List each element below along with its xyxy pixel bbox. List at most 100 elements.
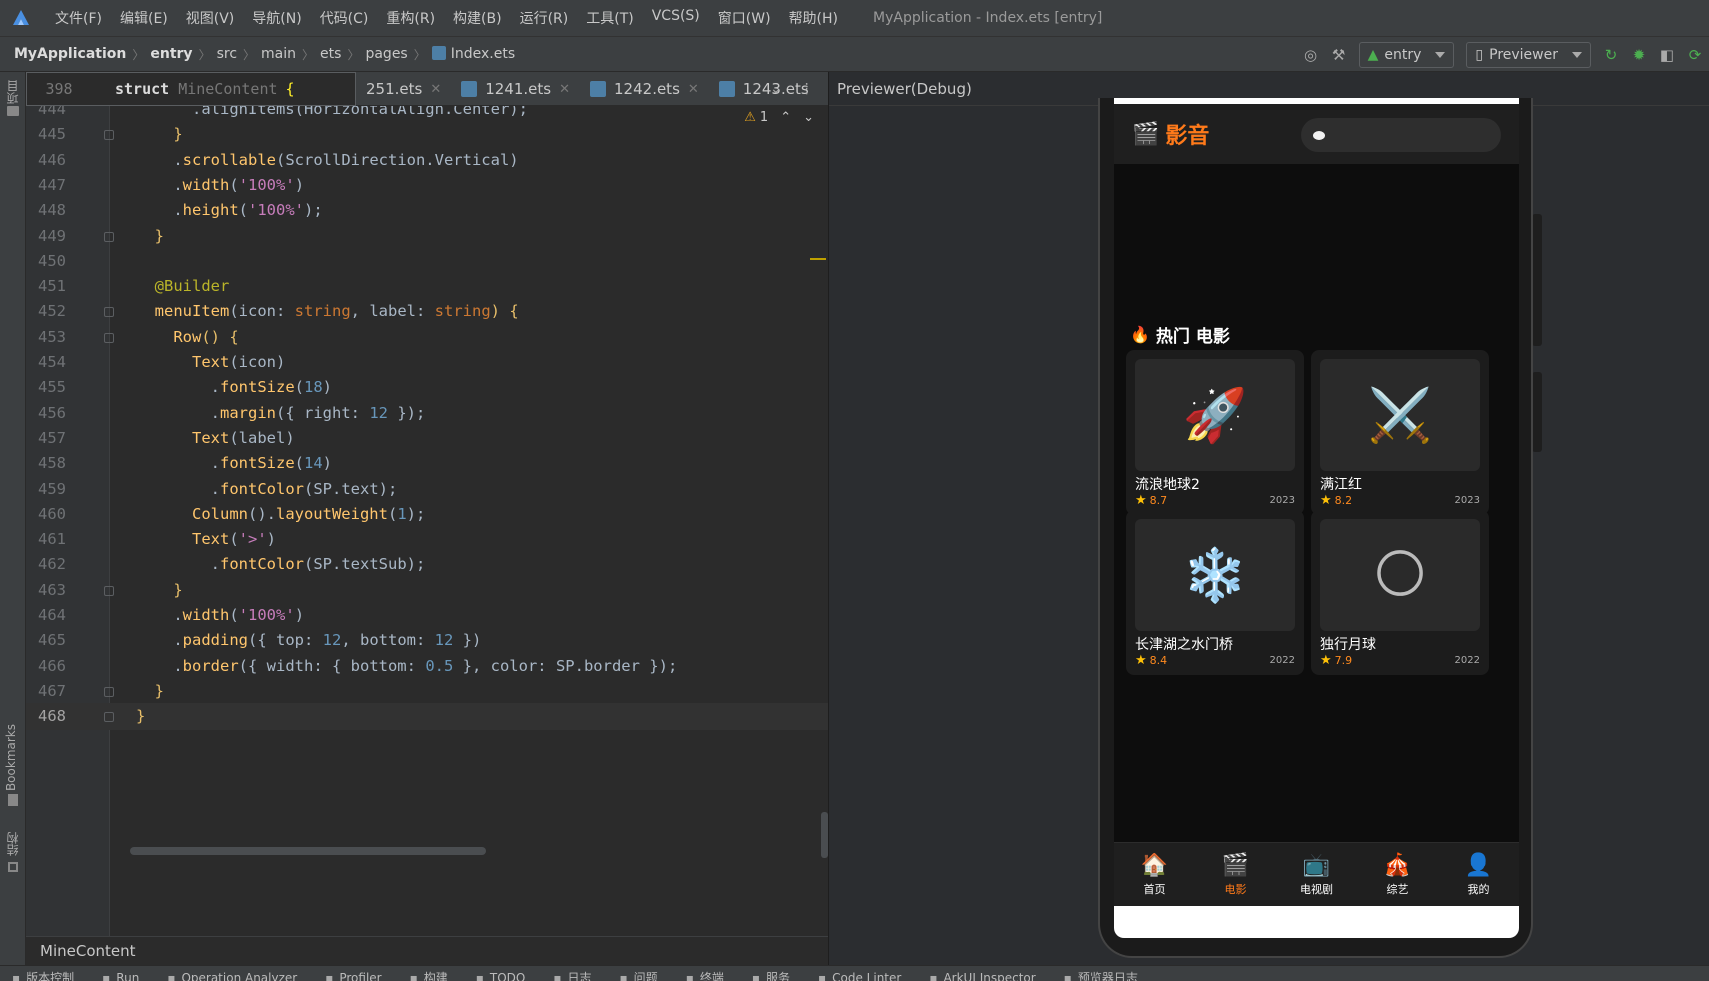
menu-item[interactable]: 构建(B) <box>444 8 511 28</box>
code-line[interactable]: 458 .fontSize(14) <box>26 450 828 477</box>
vertical-scrollbar[interactable] <box>821 812 828 858</box>
tool-window-button[interactable]: ▪ 服务 <box>752 966 806 981</box>
menu-item[interactable]: 帮助(H) <box>780 8 847 28</box>
inspection-widget[interactable]: ⚠ 1 ⌃ ⌄ <box>744 110 814 125</box>
menu-item[interactable]: 视图(V) <box>177 8 244 28</box>
tool-window-button[interactable]: ▪ TODO <box>476 966 542 981</box>
code-line[interactable]: 448 .height('100%'); <box>26 197 828 224</box>
menu-item[interactable]: 文件(F) <box>46 8 111 28</box>
menu-item[interactable]: VCS(S) <box>643 8 709 28</box>
code-line[interactable]: 459 .fontColor(SP.text); <box>26 476 828 503</box>
code-line[interactable]: 456 .margin({ right: 12 }); <box>26 400 828 427</box>
fold-marker-icon[interactable] <box>104 231 114 242</box>
banner-area[interactable] <box>1114 164 1519 314</box>
attach-icon[interactable]: ◧ <box>1653 41 1681 69</box>
code-line[interactable]: 445 } <box>26 121 828 148</box>
menu-item[interactable]: 窗口(W) <box>709 8 780 28</box>
menu-item[interactable]: 工具(T) <box>577 8 642 28</box>
more-icon[interactable]: ⋮ <box>800 81 814 97</box>
tool-window-button[interactable]: ▪ 预览器日志 <box>1064 966 1154 981</box>
search-input[interactable] <box>1301 118 1501 152</box>
refresh-icon[interactable]: ⟳ <box>1681 41 1709 69</box>
code-editor[interactable]: 444 .alignItems(HorizontalAlign.Center);… <box>26 106 828 936</box>
breadcrumb-item[interactable]: entry <box>150 46 192 62</box>
code-line[interactable]: 466 .border({ width: { bottom: 0.5 }, co… <box>26 653 828 680</box>
tool-window-button[interactable]: ▪ 构建 <box>410 966 464 981</box>
tool-window-button[interactable]: ▪ 日志 <box>553 966 607 981</box>
code-line[interactable]: 453 Row() { <box>26 324 828 351</box>
file-tab[interactable]: 1242.ets ✕ <box>580 80 709 98</box>
tab-1[interactable]: 🎬 电影 <box>1195 843 1276 906</box>
menu-item[interactable]: 运行(R) <box>511 8 578 28</box>
next-highlight-icon[interactable]: ⌄ <box>803 110 814 125</box>
movie-card[interactable]: ❄️ 长津湖之水门桥 ★ 8.4 2022 <box>1126 510 1304 675</box>
hammer-icon[interactable]: ⚒ <box>1325 41 1353 69</box>
code-line[interactable]: 449 } <box>26 223 828 250</box>
menu-item[interactable]: 编辑(E) <box>111 8 177 28</box>
movie-card[interactable]: 🌕 独行月球 ★ 7.9 2022 <box>1311 510 1489 675</box>
tool-window-button[interactable]: ▪ Profiler <box>325 966 397 981</box>
tool-window-button[interactable]: ▪ 版本控制 <box>12 966 90 981</box>
tool-window-button[interactable]: ▪ ArkUI Inspector <box>929 966 1051 981</box>
code-line[interactable]: 451 @Builder <box>26 273 828 300</box>
structure-tool-button[interactable]: 结构 <box>4 832 21 856</box>
breadcrumb-item[interactable]: main <box>261 46 296 62</box>
code-line[interactable]: 462 .fontColor(SP.textSub); <box>26 551 828 578</box>
run-config-dropdown[interactable]: ▲ entry <box>1358 42 1455 68</box>
rerun-icon[interactable]: ↻ <box>1597 41 1625 69</box>
close-icon[interactable]: ✕ <box>559 82 570 97</box>
breadcrumb-item[interactable]: MyApplication <box>14 46 126 62</box>
close-icon[interactable]: ✕ <box>688 82 699 97</box>
menu-item[interactable]: 重构(R) <box>377 8 444 28</box>
previous-highlight-icon[interactable]: ⌃ <box>780 110 791 125</box>
fold-marker-icon[interactable] <box>104 585 114 596</box>
code-line[interactable]: 467 } <box>26 678 828 705</box>
breadcrumb-item[interactable]: pages <box>365 46 407 62</box>
tool-window-button[interactable]: ▪ 终端 <box>686 966 740 981</box>
code-line[interactable]: 460 Column().layoutWeight(1); <box>26 501 828 528</box>
breadcrumb-item[interactable]: ets <box>320 46 341 62</box>
file-tab[interactable]: 1241.ets ✕ <box>451 80 580 98</box>
file-tab[interactable]: 251.ets ✕ <box>356 80 451 98</box>
breadcrumb-item[interactable]: Index.ets <box>431 46 515 62</box>
bookmarks-tool-button[interactable]: Bookmarks <box>4 724 18 791</box>
movie-card[interactable]: ⚔️ 满江红 ★ 8.2 2023 <box>1311 350 1489 515</box>
fold-marker-icon[interactable] <box>104 307 114 318</box>
tool-window-button[interactable]: ▪ Run <box>102 966 155 981</box>
code-line[interactable]: 465 .padding({ top: 12, bottom: 12 }) <box>26 627 828 654</box>
code-line[interactable]: 457 Text(label) <box>26 425 828 452</box>
code-line[interactable]: 450 <box>26 248 828 275</box>
warning-stripe-marker[interactable] <box>810 258 826 260</box>
code-line[interactable]: 468} <box>26 703 828 731</box>
close-icon[interactable]: ✕ <box>430 82 441 97</box>
horizontal-scrollbar[interactable] <box>130 847 486 855</box>
tool-window-button[interactable]: ▪ Operation Analyzer <box>167 966 313 981</box>
code-line[interactable]: 452 menuItem(icon: string, label: string… <box>26 298 828 325</box>
device-dropdown[interactable]: ▯ Previewer <box>1466 42 1591 68</box>
menu-item[interactable]: 代码(C) <box>311 8 378 28</box>
code-line[interactable]: 447 .width('100%') <box>26 172 828 199</box>
code-line[interactable]: 464 .width('100%') <box>26 602 828 629</box>
debug-icon[interactable]: ✹ <box>1625 41 1653 69</box>
chevron-down-icon[interactable]: ⌄ <box>770 81 782 97</box>
breadcrumb-item[interactable]: src <box>217 46 237 62</box>
fold-marker-icon[interactable] <box>104 332 114 343</box>
code-line[interactable]: 446 .scrollable(ScrollDirection.Vertical… <box>26 147 828 174</box>
tool-window-button[interactable]: ▪ Code Linter <box>818 966 917 981</box>
fold-marker-icon[interactable] <box>104 130 114 141</box>
fold-marker-icon[interactable] <box>104 686 114 697</box>
code-line[interactable]: 455 .fontSize(18) <box>26 374 828 401</box>
tab-0[interactable]: 🏠 首页 <box>1114 843 1195 906</box>
phone-screen[interactable]: 🎬 影音 🔥 热门 电影 🚀 流浪地球2 ★ 8.7 2023 ⚔️ 满江红 ★ 8.2 2023… <box>1114 98 1519 938</box>
target-icon[interactable]: ◎ <box>1297 41 1325 69</box>
code-line[interactable]: 461 Text('>') <box>26 526 828 553</box>
sticky-scope-header[interactable]: 398 struct MineContent { <box>26 72 356 106</box>
code-line[interactable]: 454 Text(icon) <box>26 349 828 376</box>
tab-4[interactable]: 👤 我的 <box>1438 843 1519 906</box>
movie-card[interactable]: 🚀 流浪地球2 ★ 8.7 2023 <box>1126 350 1304 515</box>
tool-window-button[interactable]: ▪ 问题 <box>620 966 674 981</box>
project-tool-button[interactable]: 项目 <box>4 80 21 104</box>
tab-3[interactable]: 🎪 综艺 <box>1357 843 1438 906</box>
tab-2[interactable]: 📺 电视剧 <box>1276 843 1357 906</box>
fold-marker-icon[interactable] <box>104 712 114 723</box>
